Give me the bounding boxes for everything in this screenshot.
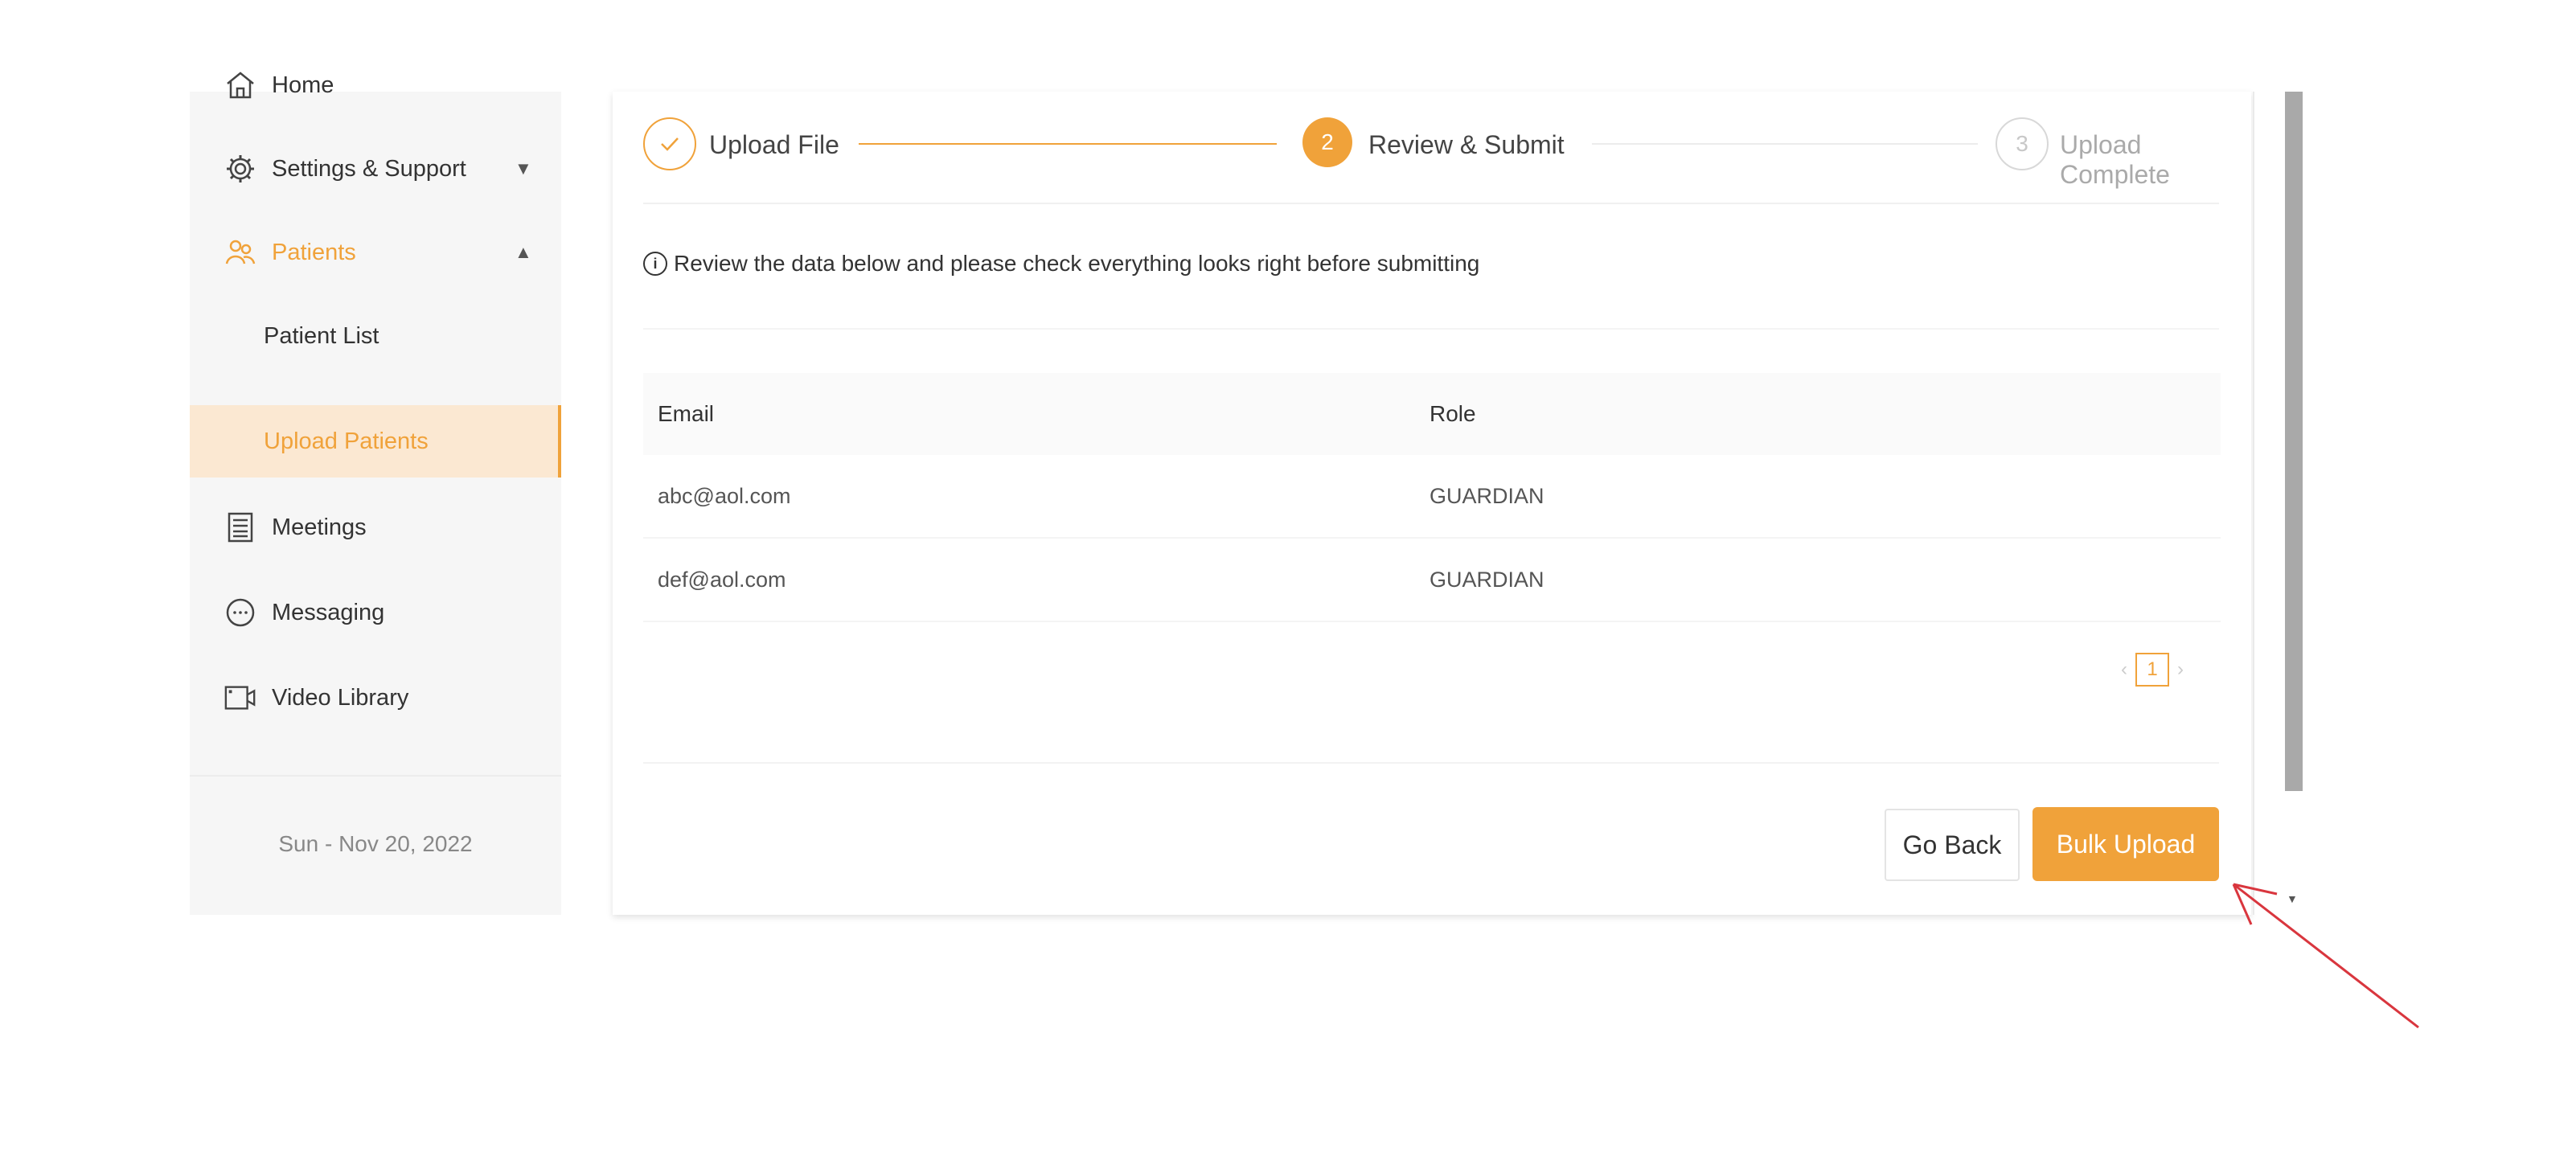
sidebar-divider (190, 775, 561, 777)
divider (643, 762, 2219, 764)
step-complete-check-icon (643, 117, 696, 170)
go-back-button[interactable]: Go Back (1885, 809, 2020, 881)
cell-email: abc@aol.com (658, 483, 791, 508)
column-header-role: Role (1430, 401, 1476, 426)
sidebar-item-patient-list[interactable]: Patient List (190, 294, 561, 378)
pagination: ‹ 1 › (2121, 653, 2184, 687)
home-icon (224, 68, 257, 102)
video-icon (224, 681, 257, 715)
annotation-arrow-icon (2232, 883, 2419, 1029)
scrollbar-thumb[interactable] (2285, 92, 2303, 791)
step-label-upload-complete: Upload Complete (2060, 130, 2170, 189)
scrollbar[interactable]: ▼ (2253, 92, 2325, 915)
info-text: Review the data below and please check e… (674, 251, 1480, 276)
stepper: Upload File 2 Review & Submit 3 Upload C… (643, 106, 2219, 189)
sidebar-item-label: Messaging (272, 599, 385, 625)
sidebar-item-video-library[interactable]: Video Library (190, 656, 561, 740)
sidebar-item-patients[interactable]: Patients ▲ (190, 211, 561, 294)
chevron-down-icon[interactable]: ▼ (515, 158, 532, 179)
bulk-upload-button[interactable]: Bulk Upload (2032, 807, 2219, 881)
sidebar-item-messaging[interactable]: Messaging (190, 571, 561, 654)
step-number-badge: 3 (1996, 117, 2049, 170)
sidebar-item-label: Video Library (272, 684, 409, 711)
chat-icon (224, 596, 257, 629)
sidebar-item-label: Home (272, 72, 334, 98)
step-label-review-submit: Review & Submit (1368, 130, 1565, 159)
divider (643, 328, 2219, 330)
sidebar-item-settings-support[interactable]: Settings & Support ▼ (190, 127, 561, 211)
table-header: Email Role (643, 373, 2221, 455)
cell-role: GUARDIAN (1430, 483, 1544, 508)
divider (643, 203, 2219, 204)
cell-role: GUARDIAN (1430, 567, 1544, 592)
sidebar-item-label: Patients (272, 239, 356, 265)
cell-email: def@aol.com (658, 567, 786, 592)
sidebar-item-label: Meetings (272, 514, 367, 540)
info-message: i Review the data below and please check… (643, 251, 1479, 277)
patients-icon (224, 236, 257, 269)
next-page-button[interactable]: › (2177, 658, 2184, 681)
table-row: abc@aol.com GUARDIAN (643, 455, 2221, 539)
step-label-upload-file: Upload File (709, 130, 839, 159)
upload-review-card: Upload File 2 Review & Submit 3 Upload C… (613, 92, 2251, 915)
column-header-email: Email (658, 401, 715, 426)
chevron-up-icon[interactable]: ▲ (515, 242, 532, 263)
sidebar-item-meetings[interactable]: Meetings (190, 486, 561, 569)
app-window: Home Settings & Support ▼ Patients ▲ Pat… (190, 72, 2325, 915)
page-1-button[interactable]: 1 (2135, 653, 2169, 687)
info-icon: i (643, 252, 667, 276)
gear-icon (224, 152, 257, 186)
sidebar-item-upload-patients[interactable]: Upload Patients (190, 405, 561, 478)
current-date: Sun - Nov 20, 2022 (278, 831, 473, 856)
sidebar-item-label: Settings & Support (272, 155, 466, 182)
table-row: def@aol.com GUARDIAN (643, 539, 2221, 622)
sidebar-item-home[interactable]: Home (190, 43, 561, 127)
sidebar: Home Settings & Support ▼ Patients ▲ Pat… (190, 72, 561, 915)
step-connector (1592, 143, 1978, 145)
review-table: Email Role abc@aol.com GUARDIAN def@aol.… (643, 373, 2221, 622)
sidebar-item-label: Patient List (264, 322, 379, 349)
step-connector (859, 143, 1277, 145)
meetings-icon (224, 510, 257, 544)
step-number-badge: 2 (1302, 117, 1352, 167)
sidebar-item-label: Upload Patients (264, 428, 429, 454)
prev-page-button[interactable]: ‹ (2121, 658, 2127, 681)
